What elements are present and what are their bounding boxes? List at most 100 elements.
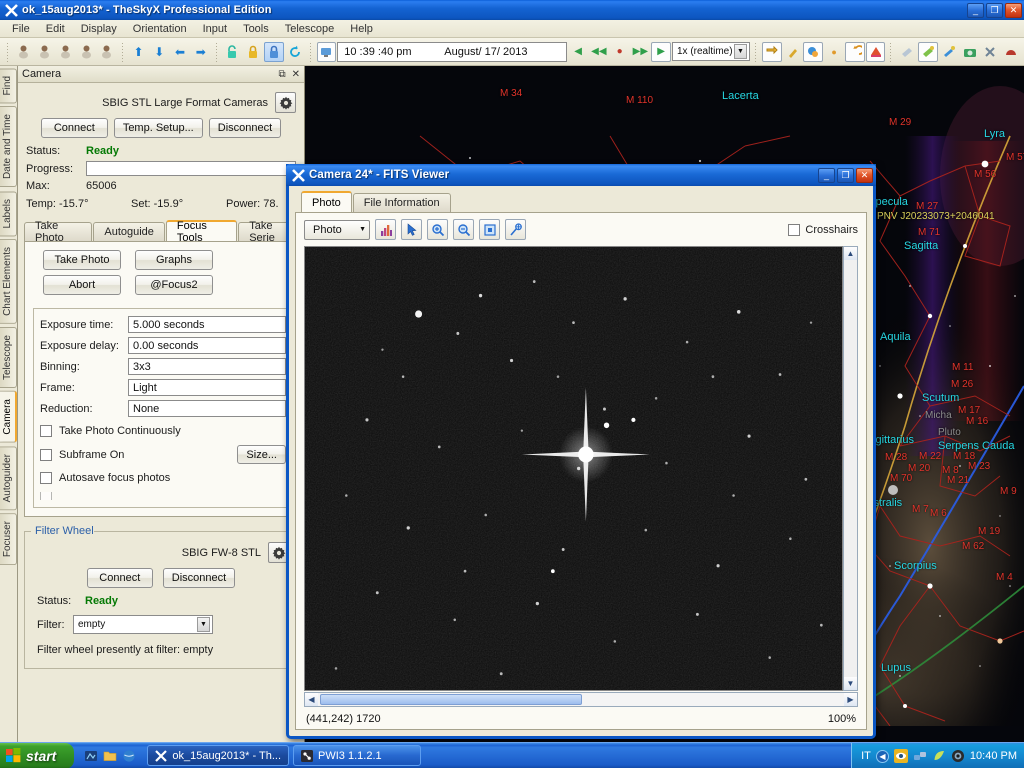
browser-icon[interactable] xyxy=(122,749,136,763)
camera-icon[interactable] xyxy=(960,42,980,62)
sidebar-item-telescope[interactable]: Telescope xyxy=(0,326,17,388)
camera-disconnect-button[interactable]: Disconnect xyxy=(208,118,282,138)
time-play-icon[interactable]: ▶ xyxy=(651,41,671,62)
menu-help[interactable]: Help xyxy=(342,21,381,37)
scroll-up-icon[interactable]: ▲ xyxy=(844,247,857,260)
zoom-box-icon[interactable] xyxy=(761,41,782,62)
object-info-icon[interactable] xyxy=(14,42,34,62)
undock-icon[interactable]: ⧉ xyxy=(278,69,285,80)
pan-left-icon[interactable]: ⬅ xyxy=(170,42,190,62)
menu-orientation[interactable]: Orientation xyxy=(125,21,195,37)
rotate-icon[interactable] xyxy=(285,42,305,62)
graphs-button[interactable]: Graphs xyxy=(135,250,213,270)
telescope-connect-icon[interactable] xyxy=(897,42,917,62)
autosave-focus-photos-checkbox[interactable] xyxy=(40,472,52,484)
camera-connect-button[interactable]: Connect xyxy=(40,118,108,138)
abort-button[interactable]: Abort xyxy=(43,275,121,295)
histogram-icon[interactable] xyxy=(375,219,396,240)
exposure-time-input[interactable]: 5.000 seconds xyxy=(128,316,286,333)
tab-autoguide[interactable]: Autoguide xyxy=(93,222,165,241)
menu-input[interactable]: Input xyxy=(195,21,235,37)
fits-close-button[interactable]: ✕ xyxy=(856,167,873,183)
chevron-down-icon[interactable]: ▼ xyxy=(734,44,747,59)
crosshairs-checkbox[interactable] xyxy=(788,223,801,236)
close-button[interactable]: ✕ xyxy=(1005,2,1022,18)
tray-clock[interactable]: 10:40 PM xyxy=(970,750,1017,762)
panel-close-icon[interactable]: ✕ xyxy=(292,69,300,80)
fits-view-mode-select[interactable]: Photo ▼ xyxy=(304,219,370,240)
undo-icon[interactable] xyxy=(844,41,865,62)
subframe-on-checkbox[interactable] xyxy=(40,448,52,461)
time-reverse-icon[interactable]: ◀ xyxy=(568,42,588,62)
fits-maximize-button[interactable]: ❐ xyxy=(837,167,854,183)
solar-system-icon[interactable] xyxy=(35,42,55,62)
scroll-thumb[interactable] xyxy=(320,694,582,705)
crosshairs-row[interactable]: Crosshairs xyxy=(788,223,858,236)
start-button[interactable]: start xyxy=(0,742,75,768)
frame-select[interactable]: Light xyxy=(128,379,286,396)
scroll-right-icon[interactable]: ▶ xyxy=(844,693,857,706)
sky-color-icon[interactable] xyxy=(803,41,824,62)
scroll-left-icon[interactable]: ◀ xyxy=(305,693,318,706)
camera-temp-setup-button[interactable]: Temp. Setup... xyxy=(113,118,203,138)
crosshair-tool-icon[interactable] xyxy=(505,219,526,240)
pan-right-icon[interactable]: ➡ xyxy=(191,42,211,62)
menu-tools[interactable]: Tools xyxy=(235,21,277,37)
autosave-focus-photos-row[interactable]: Autosave focus photos xyxy=(40,472,286,484)
time-rate-select[interactable]: 1x (realtime) ▼ xyxy=(672,42,750,61)
fits-minimize-button[interactable]: _ xyxy=(818,167,835,183)
dome-icon[interactable] xyxy=(1001,42,1021,62)
toolbar-grip-6[interactable] xyxy=(889,41,894,62)
sidebar-item-chart-elements[interactable]: Chart Elements xyxy=(0,238,17,324)
menu-telescope[interactable]: Telescope xyxy=(277,21,343,37)
flashlight-icon[interactable] xyxy=(783,42,803,62)
minimize-button[interactable]: _ xyxy=(967,2,984,18)
subframe-on-row[interactable]: Subframe On Size... xyxy=(40,445,286,464)
tray-leaf-icon[interactable] xyxy=(932,749,946,763)
scroll-down-icon[interactable]: ▼ xyxy=(844,677,857,690)
at-focus2-button[interactable]: @Focus2 xyxy=(135,275,213,295)
binning-select[interactable]: 3x3 xyxy=(128,358,286,375)
tray-expand-icon[interactable]: ◀ xyxy=(875,749,889,763)
exposure-delay-input[interactable]: 0.00 seconds xyxy=(128,337,286,354)
star-point-icon[interactable]: ● xyxy=(824,42,844,62)
folder-icon[interactable] xyxy=(103,749,117,763)
subframe-size-button[interactable]: Size... xyxy=(237,445,286,464)
sidebar-item-autoguider[interactable]: Autoguider xyxy=(0,445,17,510)
maximize-button[interactable]: ❐ xyxy=(986,2,1003,18)
fits-tab-file-information[interactable]: File Information xyxy=(352,193,451,212)
star-chart-icon[interactable] xyxy=(55,42,75,62)
fits-chevron-down-icon[interactable]: ▼ xyxy=(359,226,366,233)
sidebar-item-labels[interactable]: Labels xyxy=(0,190,17,236)
toolbar-grip-5[interactable] xyxy=(754,41,758,62)
filter-select[interactable]: empty ▼ xyxy=(73,615,213,634)
telescope-slew-icon[interactable] xyxy=(918,41,938,62)
unlock-icon[interactable] xyxy=(223,42,243,62)
sidebar-item-date-and-time[interactable]: Date and Time xyxy=(0,106,17,188)
sidebar-item-find[interactable]: Find xyxy=(0,68,17,104)
fits-image[interactable] xyxy=(304,246,843,691)
toolbar-grip-3[interactable] xyxy=(214,41,219,62)
lock-icon[interactable] xyxy=(243,42,263,62)
constellation-icon[interactable] xyxy=(76,42,96,62)
take-photo-button[interactable]: Take Photo xyxy=(43,250,121,270)
filter-chevron-down-icon[interactable]: ▼ xyxy=(197,617,210,632)
take-photo-continuously-checkbox[interactable] xyxy=(40,425,52,437)
toolbar-grip[interactable] xyxy=(6,41,10,62)
camera-settings-gear-icon[interactable] xyxy=(275,92,296,113)
fits-horizontal-scrollbar[interactable]: ◀ ▶ xyxy=(304,692,858,707)
time-skip-icon[interactable] xyxy=(316,41,337,62)
tray-network-icon[interactable] xyxy=(913,749,927,763)
sidebar-item-camera[interactable]: Camera xyxy=(0,390,17,443)
date-time-field[interactable]: 10 :39 :40 pm August/ 17/ 2013 xyxy=(337,41,568,62)
deep-sky-icon[interactable] xyxy=(97,42,117,62)
pan-down-icon[interactable]: ⬇ xyxy=(149,42,169,62)
zoom-out-icon[interactable] xyxy=(453,219,474,240)
toolbar-grip-4[interactable] xyxy=(308,41,313,62)
pan-up-icon[interactable]: ⬆ xyxy=(129,42,149,62)
tab-focus-tools[interactable]: Focus Tools xyxy=(165,220,238,244)
filter-wheel-connect-button[interactable]: Connect xyxy=(86,568,153,588)
take-photo-continuously-row[interactable]: Take Photo Continuously xyxy=(40,425,286,437)
tray-language-indicator[interactable]: IT xyxy=(861,750,871,762)
lock-selected-icon[interactable] xyxy=(264,41,284,62)
